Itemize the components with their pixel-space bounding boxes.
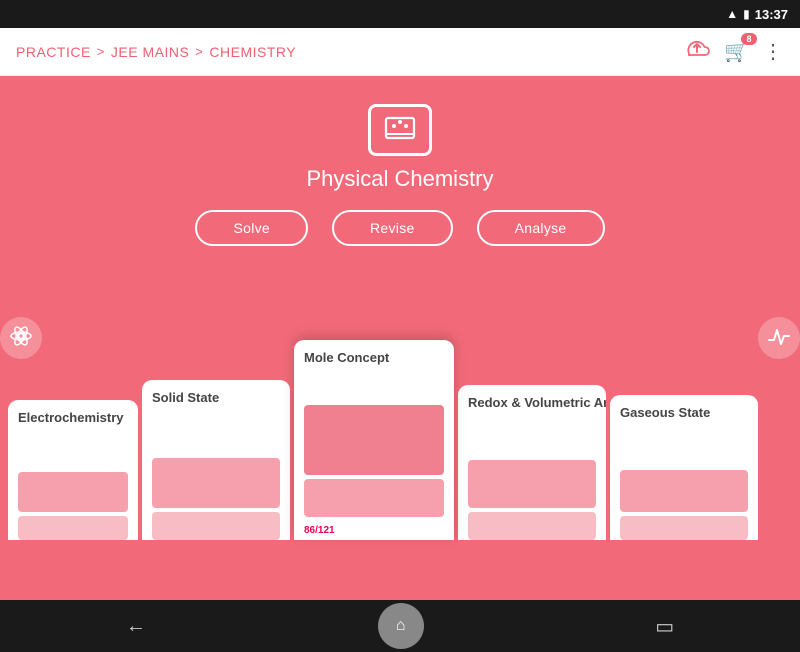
card-title-3: Redox & Volumetric Analysis — [468, 395, 596, 410]
back-button[interactable]: ← — [106, 607, 166, 646]
upload-button[interactable] — [684, 38, 710, 65]
status-time: 13:37 — [755, 7, 788, 22]
solve-button[interactable]: Solve — [195, 210, 308, 246]
breadcrumb-jee-mains[interactable]: JEE MAINS — [111, 44, 189, 60]
revise-button[interactable]: Revise — [332, 210, 453, 246]
atom-icon — [9, 324, 33, 353]
bottom-nav: ← ⌂ ▭ — [0, 600, 800, 652]
main-content: Physical Chemistry Solve Revise Analyse … — [0, 76, 800, 600]
card-bar-area-0 — [18, 433, 128, 540]
breadcrumb-sep1: > — [97, 44, 105, 59]
card-bar-1-1 — [152, 512, 280, 540]
topic-card-4[interactable]: Gaseous State — [610, 395, 758, 540]
card-progress-2: 86/121 — [304, 525, 444, 540]
card-bar-0-1 — [18, 516, 128, 540]
home-icon: ⌂ — [396, 617, 406, 635]
next-subject-button[interactable] — [758, 317, 800, 359]
topic-card-3[interactable]: Redox & Volumetric Analysis — [458, 385, 606, 540]
cards-container: Electrochemistry Solid State Mole Concept 8… — [0, 320, 800, 540]
card-bar-area-4 — [620, 428, 748, 540]
subject-header: Physical Chemistry Solve Revise Analyse — [0, 76, 800, 280]
prev-subject-button[interactable] — [0, 317, 42, 359]
battery-icon: ▮ — [743, 7, 750, 21]
card-bar-1-0 — [152, 458, 280, 508]
topic-card-0[interactable]: Electrochemistry — [8, 400, 138, 540]
home-button[interactable]: ⌂ — [378, 603, 424, 649]
card-bar-area-2: 86/121 — [304, 373, 444, 540]
card-bar-3-1 — [468, 512, 596, 540]
breadcrumb: PRACTICE > JEE MAINS > CHEMISTRY — [16, 44, 296, 60]
cart-badge: 8 — [741, 33, 757, 45]
wifi-icon: ▲ — [726, 7, 738, 21]
card-bar-0-0 — [18, 472, 128, 512]
recent-apps-button[interactable]: ▭ — [635, 606, 694, 647]
cart-button[interactable]: 🛒 8 — [724, 39, 749, 64]
more-button[interactable]: ⋮ — [763, 39, 784, 64]
breadcrumb-sep2: > — [195, 44, 203, 59]
card-title-2: Mole Concept — [304, 350, 444, 365]
card-title-0: Electrochemistry — [18, 410, 128, 425]
card-bar-area-3 — [468, 418, 596, 540]
topic-card-1[interactable]: Solid State — [142, 380, 290, 540]
subject-icon-box — [368, 104, 432, 156]
card-title-4: Gaseous State — [620, 405, 748, 420]
nav-actions: 🛒 8 ⋮ — [684, 38, 784, 65]
breadcrumb-practice[interactable]: PRACTICE — [16, 44, 91, 60]
top-nav: PRACTICE > JEE MAINS > CHEMISTRY 🛒 8 ⋮ — [0, 28, 800, 76]
status-bar: ▲ ▮ 13:37 — [0, 0, 800, 28]
analyse-button[interactable]: Analyse — [477, 210, 605, 246]
card-bar-2-0 — [304, 405, 444, 475]
status-icons: ▲ ▮ 13:37 — [726, 7, 788, 22]
card-title-1: Solid State — [152, 390, 280, 405]
card-bar-2-1 — [304, 479, 444, 517]
card-bar-3-0 — [468, 460, 596, 508]
action-buttons: Solve Revise Analyse — [195, 210, 604, 246]
subject-title: Physical Chemistry — [306, 166, 493, 192]
breadcrumb-subject[interactable]: CHEMISTRY — [209, 44, 296, 60]
sqrt-icon — [767, 324, 791, 353]
topic-card-2[interactable]: Mole Concept 86/121 — [294, 340, 454, 540]
card-bar-4-0 — [620, 470, 748, 512]
card-bar-4-1 — [620, 516, 748, 540]
card-bar-area-1 — [152, 413, 280, 540]
